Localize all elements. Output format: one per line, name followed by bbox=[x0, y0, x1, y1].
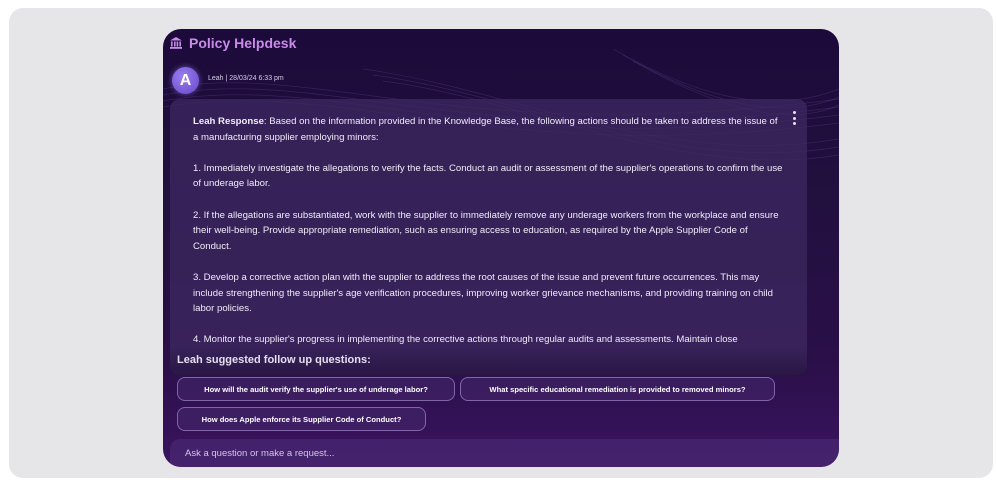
bank-icon bbox=[169, 36, 183, 50]
followup-chip[interactable]: What specific educational remediation is… bbox=[460, 377, 775, 401]
page-title: Policy Helpdesk bbox=[189, 35, 297, 51]
response-paragraph: 3. Develop a corrective action plan with… bbox=[193, 271, 773, 315]
avatar: A bbox=[172, 67, 199, 94]
helpdesk-window: Policy Helpdesk A Leah | 28/03/24 6:33 p… bbox=[163, 29, 839, 467]
input-bar bbox=[170, 439, 839, 467]
followup-chip[interactable]: How does Apple enforce its Supplier Code… bbox=[177, 407, 426, 431]
response-paragraph: 4. Monitor the supplier's progress in im… bbox=[193, 334, 738, 346]
followup-chip[interactable]: How will the audit verify the supplier's… bbox=[177, 377, 455, 401]
response-card: Leah Response: Based on the information … bbox=[170, 99, 807, 375]
followup-title: Leah suggested follow up questions: bbox=[177, 354, 371, 366]
message-meta: Leah | 28/03/24 6:33 pm bbox=[208, 75, 284, 82]
response-paragraph: Leah Response: Based on the information … bbox=[193, 116, 778, 143]
response-paragraph: 2. If the allegations are substantiated,… bbox=[193, 209, 779, 252]
more-options-icon[interactable] bbox=[789, 111, 799, 125]
response-paragraph: 1. Immediately investigate the allegatio… bbox=[193, 162, 783, 190]
response-label: Leah Response bbox=[193, 116, 264, 127]
question-input[interactable] bbox=[185, 447, 839, 459]
response-text: Leah Response: Based on the information … bbox=[193, 114, 783, 364]
app-header: Policy Helpdesk bbox=[169, 32, 296, 54]
